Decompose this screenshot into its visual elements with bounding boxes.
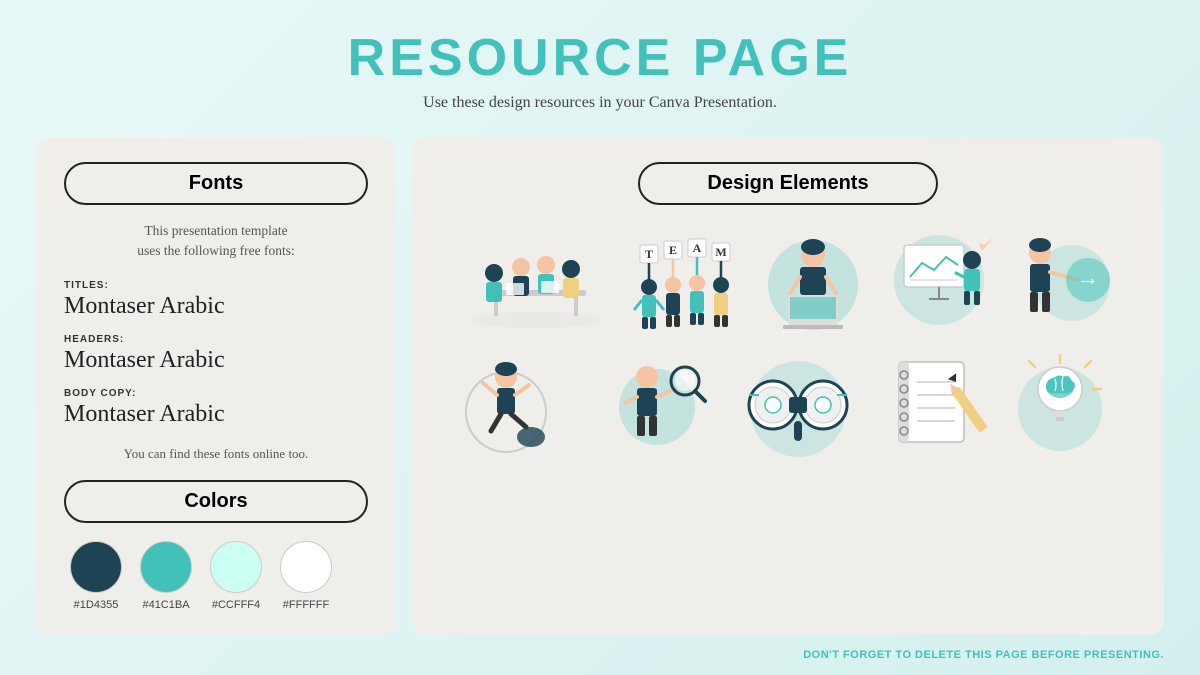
font-label-titles: TITLES: xyxy=(64,280,368,291)
illustration-teacher: → xyxy=(1010,225,1110,335)
illustration-magnify-person xyxy=(597,347,717,462)
colors-row: #1D4355 #41C1BA #CCFFF4 #FFFFFF xyxy=(64,541,368,611)
hex-teal: #41C1BA xyxy=(142,599,189,611)
svg-text:E: E xyxy=(669,243,677,257)
illustration-notebook xyxy=(879,347,989,462)
right-panel: Design Elements xyxy=(412,138,1164,635)
main-content: Fonts This presentation template uses th… xyxy=(0,138,1200,635)
design-elements-header: Design Elements xyxy=(638,162,938,205)
illustration-brain-idea xyxy=(1005,347,1115,462)
fonts-description: This presentation template uses the foll… xyxy=(64,221,368,262)
swatch-white xyxy=(280,541,332,593)
illustration-team-work xyxy=(466,225,606,335)
fonts-note: You can find these fonts online too. xyxy=(64,446,368,462)
swatch-light-mint xyxy=(210,541,262,593)
illustrations-row-1: T E A M xyxy=(440,225,1136,335)
svg-text:T: T xyxy=(645,247,653,261)
color-swatch-3: #CCFFF4 xyxy=(210,541,262,611)
illustration-telescope xyxy=(733,347,863,462)
svg-text:A: A xyxy=(693,241,702,255)
font-entry-titles: TITLES: Montaser Arabic xyxy=(64,280,368,320)
swatch-teal xyxy=(140,541,192,593)
font-entry-headers: HEADERS: Montaser Arabic xyxy=(64,334,368,374)
hex-light-mint: #CCFFF4 xyxy=(212,599,260,611)
font-name-body: Montaser Arabic xyxy=(64,401,368,428)
illustration-laptop-user xyxy=(758,225,868,335)
page-subtitle: Use these design resources in your Canva… xyxy=(348,94,853,112)
swatch-dark xyxy=(70,541,122,593)
page-header: RESOURCE PAGE Use these design resources… xyxy=(348,0,853,122)
svg-text:→: → xyxy=(1077,265,1099,290)
colors-header: Colors xyxy=(64,480,368,523)
footer-note: DON'T FORGET TO DELETE THIS PAGE BEFORE … xyxy=(803,649,1164,661)
page-title: RESOURCE PAGE xyxy=(348,28,853,88)
font-label-headers: HEADERS: xyxy=(64,334,368,345)
font-label-body: BODY COPY: xyxy=(64,388,368,399)
color-swatch-4: #FFFFFF xyxy=(280,541,332,611)
hex-white: #FFFFFF xyxy=(283,599,329,611)
left-panel: Fonts This presentation template uses th… xyxy=(36,138,396,635)
font-name-titles: Montaser Arabic xyxy=(64,293,368,320)
illustrations-row-2 xyxy=(440,347,1136,462)
font-name-headers: Montaser Arabic xyxy=(64,347,368,374)
fonts-header: Fonts xyxy=(64,162,368,205)
illustration-presentation xyxy=(884,225,994,335)
illustration-jumping-person xyxy=(461,347,581,462)
font-entry-body: BODY COPY: Montaser Arabic xyxy=(64,388,368,428)
hex-dark: #1D4355 xyxy=(74,599,119,611)
color-swatch-1: #1D4355 xyxy=(70,541,122,611)
svg-text:M: M xyxy=(715,245,726,259)
illustration-team-letters: T E A M xyxy=(622,225,742,335)
illustrations-grid: T E A M xyxy=(440,225,1136,611)
color-swatch-2: #41C1BA xyxy=(140,541,192,611)
